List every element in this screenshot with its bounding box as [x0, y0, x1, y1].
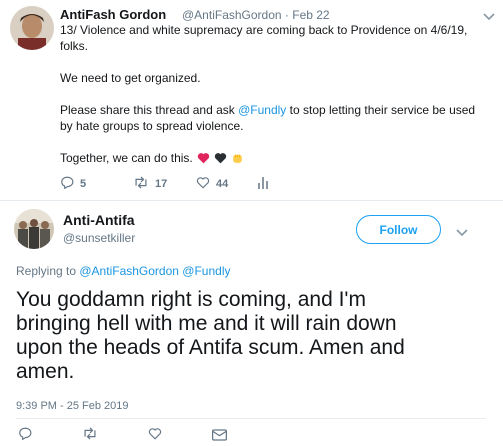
retweet-action[interactable]: 17	[133, 176, 167, 192]
tweet1-dot-separator: ·	[284, 8, 289, 22]
black-heart-emoji-icon	[214, 152, 227, 164]
tweet2-author-handle[interactable]: @sunsetkiller	[63, 231, 135, 245]
tweet1-author-handle[interactable]: @AntiFashGordon	[182, 8, 282, 22]
reply-count: 5	[80, 178, 87, 190]
tweet-divider	[0, 200, 503, 201]
retweet-icon[interactable]	[82, 427, 98, 445]
chevron-down-icon[interactable]	[456, 224, 468, 242]
tweet2-line: upon the heads of Antifa scum. Amen and	[16, 336, 405, 359]
timestamp-divider	[16, 418, 486, 419]
tweet2-line: You goddamn right is coming, and I'm	[16, 288, 366, 311]
avatar-anti-antifa[interactable]	[14, 209, 54, 249]
tweet1-line: by hate groups to spread violence.	[60, 119, 244, 133]
mention-link-fundly[interactable]: @Fundly	[182, 264, 230, 278]
tweet2-author-name[interactable]: Anti-Antifa	[63, 212, 135, 228]
tweet1-line: 13/ Violence and white supremacy are com…	[60, 23, 468, 37]
tweet2-text: You goddamn right is coming, and I'm bri…	[16, 288, 496, 384]
like-count: 44	[216, 178, 229, 190]
reply-icon[interactable]	[18, 427, 32, 445]
mention-link-fundly[interactable]: @Fundly	[238, 103, 286, 117]
retweet-icon[interactable]	[133, 176, 149, 192]
avatar-antifash-gordon[interactable]	[10, 6, 54, 50]
tweet2-line: bringing hell with me and it will rain d…	[16, 312, 397, 335]
reply-icon[interactable]	[60, 176, 74, 192]
heart-icon[interactable]	[196, 176, 210, 192]
mention-link-antifashgordon[interactable]: @AntiFashGordon	[79, 264, 179, 278]
heart-emoji-icon	[197, 152, 210, 164]
analytics-icon[interactable]	[257, 176, 269, 194]
tweet1-paragraph: We need to get organized.	[60, 71, 201, 85]
replying-to: Replying to @AntiFashGordon @Fundly	[16, 264, 231, 278]
like-action[interactable]: 44	[196, 176, 228, 192]
tweet1-date[interactable]: Feb 22	[292, 8, 329, 22]
tweet1-header-meta: @AntiFashGordon · Feb 22	[182, 8, 330, 22]
tweet2-timestamp[interactable]: 9:39 PM - 25 Feb 2019	[16, 400, 129, 412]
heart-icon[interactable]	[148, 427, 162, 445]
chevron-down-icon[interactable]	[483, 8, 495, 26]
tweet1-line: folks.	[60, 39, 89, 53]
reply-action[interactable]: 5	[60, 176, 86, 192]
tweet1-body: 13/ Violence and white supremacy are com…	[60, 22, 480, 166]
raised-fist-emoji-icon	[231, 152, 244, 165]
tweet2-line: amen.	[16, 360, 75, 383]
direct-message-icon[interactable]	[212, 428, 227, 446]
tweet1-paragraph: Together, we can do this.	[60, 150, 480, 166]
tweet1-paragraph: Please share this thread and ask @Fundly…	[60, 103, 476, 117]
tweet1-author-name[interactable]: AntiFash Gordon	[60, 7, 166, 22]
retweet-count: 17	[155, 178, 168, 190]
follow-button[interactable]: Follow	[356, 215, 441, 244]
